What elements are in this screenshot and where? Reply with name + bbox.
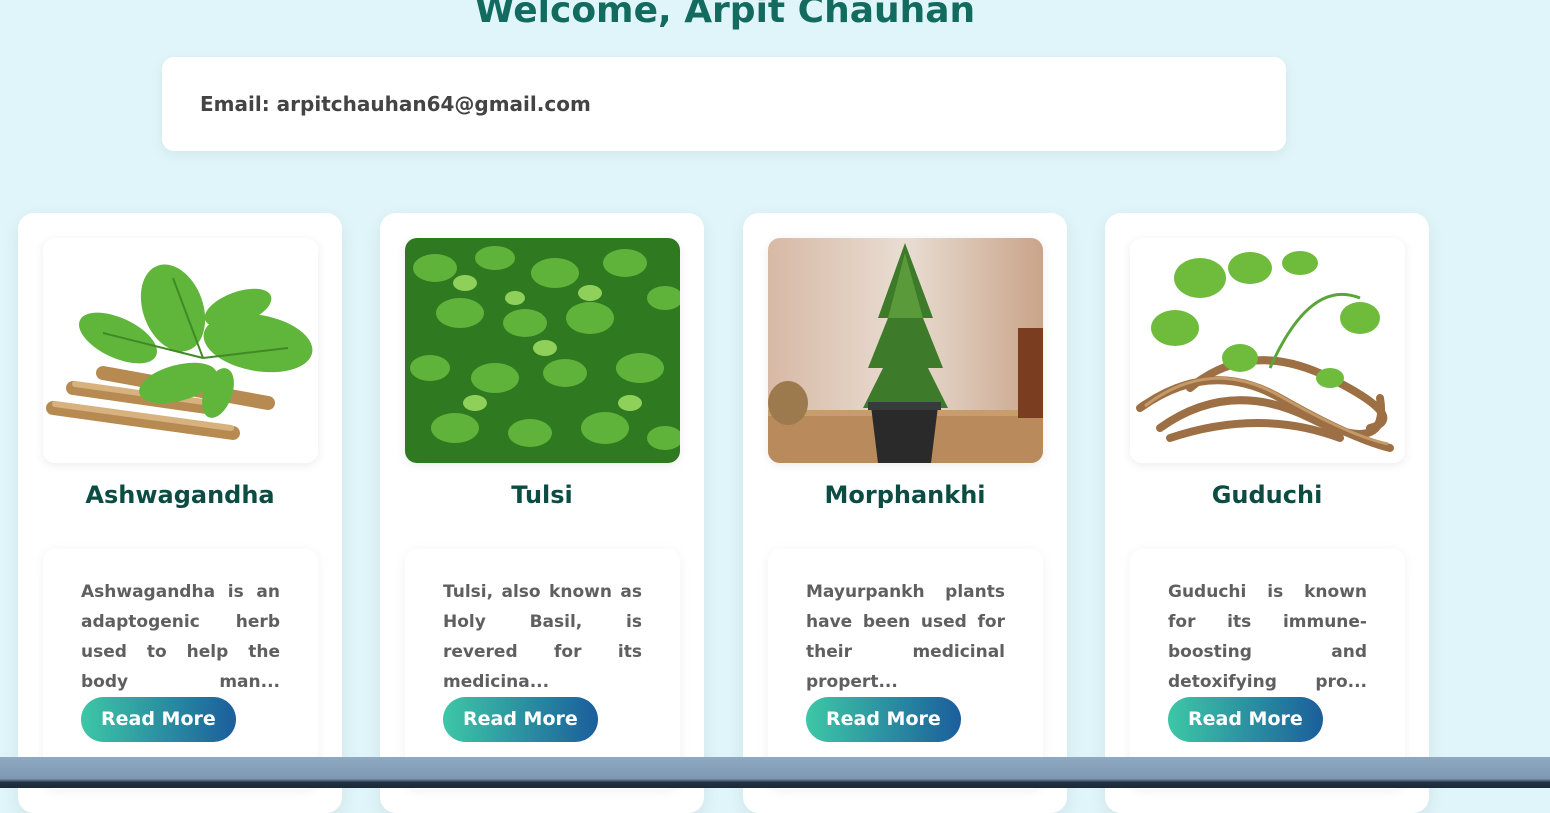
card-description: Mayurpankh plants have been used for the… <box>806 582 1005 692</box>
card-description: Guduchi is known for its immune-boosting… <box>1168 582 1367 692</box>
card-description-box: Guduchi is known for its immune-boosting… <box>1130 549 1405 789</box>
plant-card-tulsi: Tulsi Tulsi, also known as Holy Basil, i… <box>380 213 704 813</box>
profile-email-box: Email: arpitchauhan64@gmail.com <box>162 57 1286 151</box>
card-title: Ashwagandha <box>85 481 275 509</box>
card-description: Tulsi, also known as Holy Basil, is reve… <box>443 582 642 692</box>
card-description: Ashwagandha is an adaptogenic herb used … <box>81 582 280 692</box>
card-title: Morphankhi <box>824 481 986 509</box>
card-description-box: Ashwagandha is an adaptogenic herb used … <box>43 549 318 789</box>
card-title: Tulsi <box>511 481 573 509</box>
guduchi-image <box>1130 238 1405 463</box>
card-description-box: Tulsi, also known as Holy Basil, is reve… <box>405 549 680 789</box>
ashwagandha-image <box>43 238 318 463</box>
read-more-button[interactable]: Read More <box>806 697 961 742</box>
welcome-heading: Welcome, Arpit Chauhan <box>474 0 976 31</box>
read-more-button[interactable]: Read More <box>81 697 236 742</box>
card-title: Guduchi <box>1211 481 1323 509</box>
read-more-button[interactable]: Read More <box>443 697 598 742</box>
plant-card-morphankhi: Morphankhi Mayurpankh plants have been u… <box>743 213 1067 813</box>
card-description-box: Mayurpankh plants have been used for the… <box>768 549 1043 789</box>
taskbar <box>0 757 1550 788</box>
tulsi-image <box>405 238 680 463</box>
morphankhi-image <box>768 238 1043 463</box>
read-more-button[interactable]: Read More <box>1168 697 1323 742</box>
plant-card-guduchi: Guduchi Guduchi is known for its immune-… <box>1105 213 1429 813</box>
plant-card-ashwagandha: Ashwagandha Ashwagandha is an adaptogeni… <box>18 213 342 813</box>
email-text: Email: arpitchauhan64@gmail.com <box>200 92 591 116</box>
